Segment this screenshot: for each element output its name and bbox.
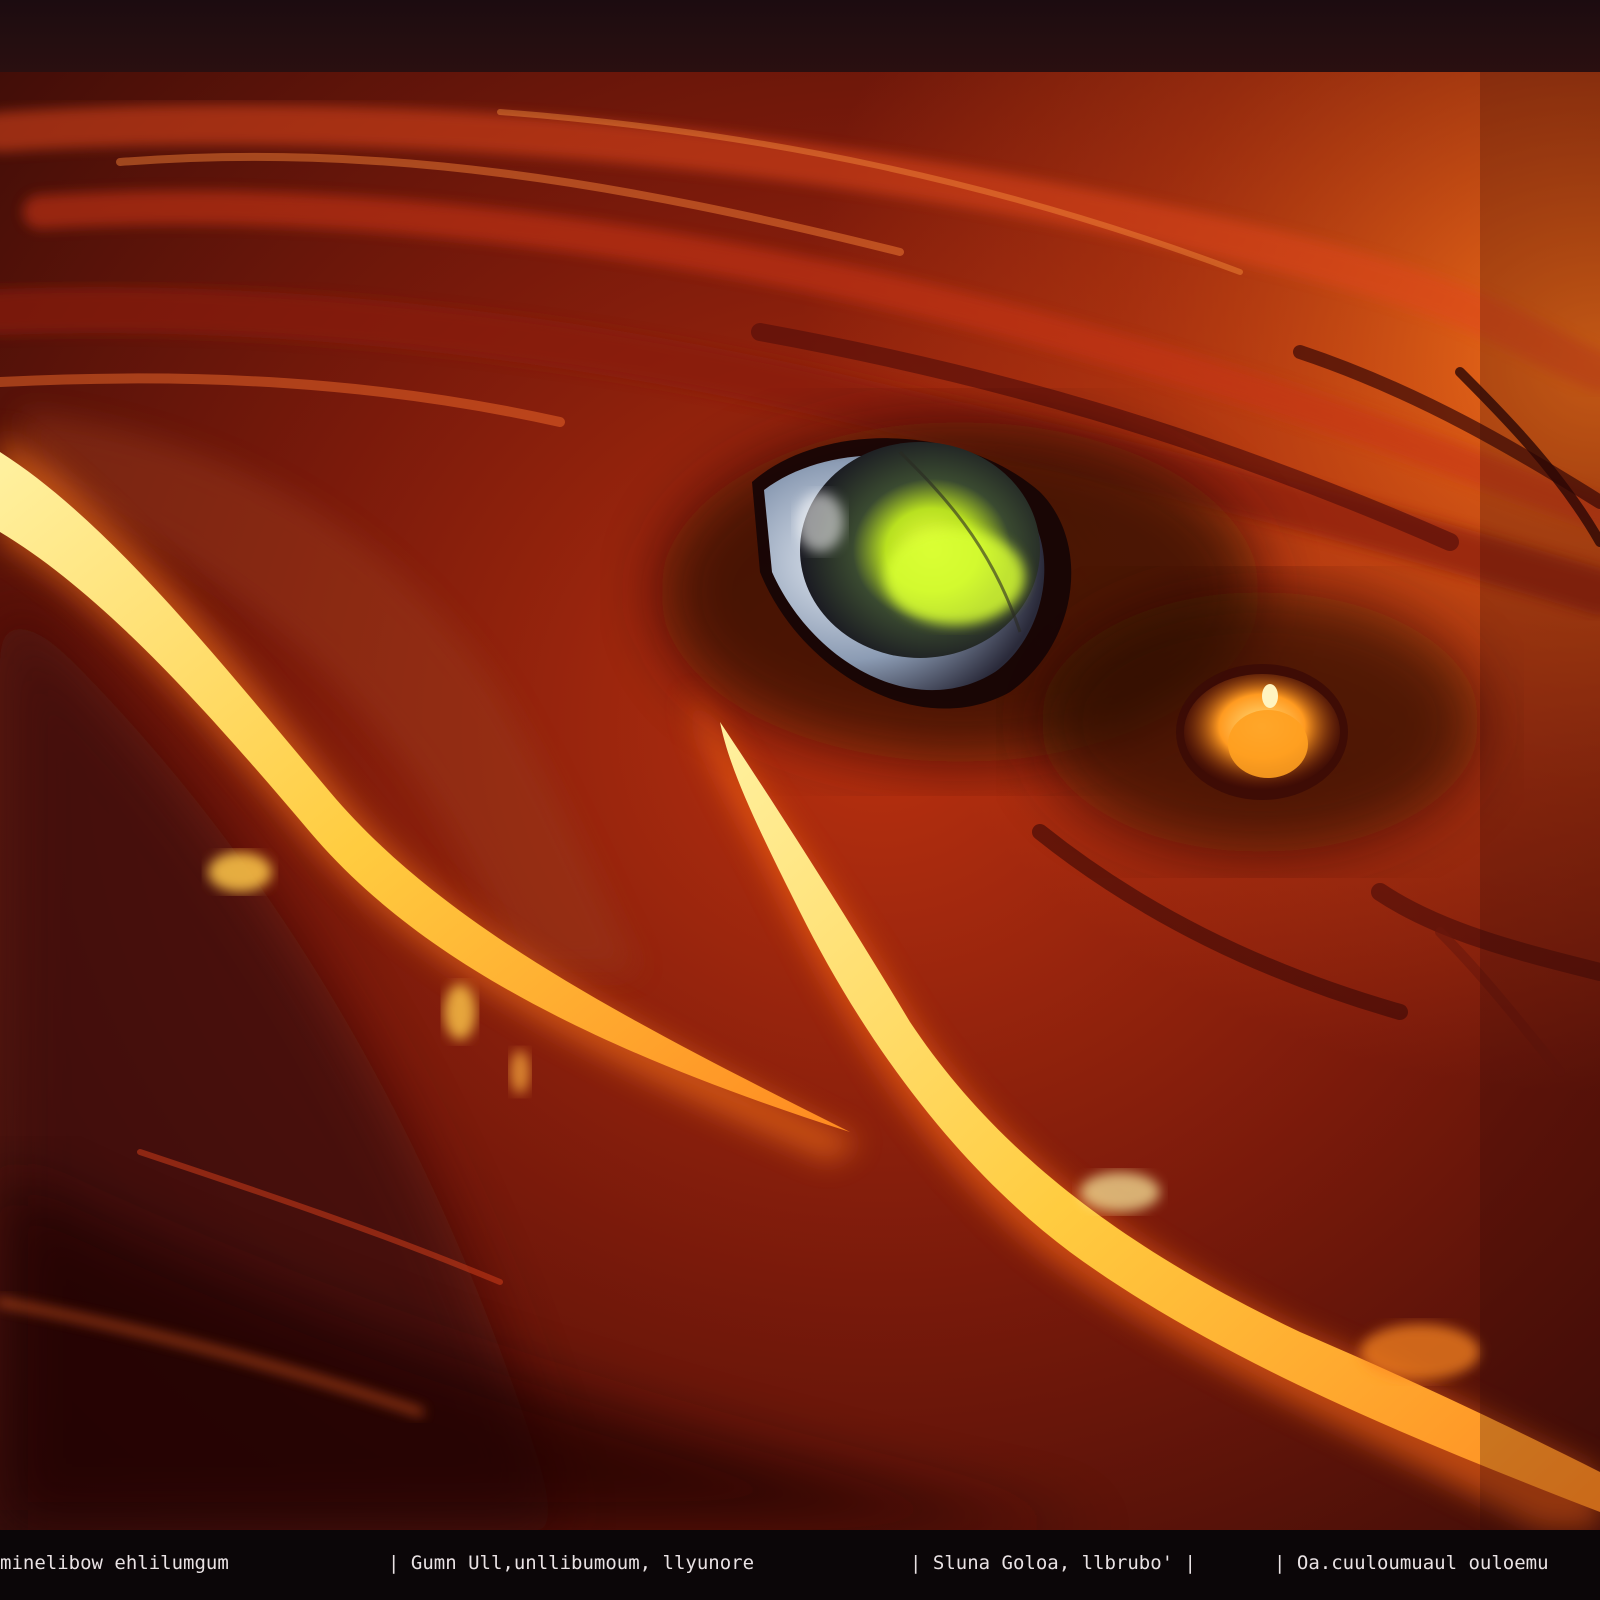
image-frame: minelibow ehlilumgum | Gumn Ull,unllibum…	[0, 0, 1600, 1600]
caption-segment-4: | Oa.cuuloumuaul ouloemu	[1274, 1552, 1549, 1574]
caption-strip: minelibow ehlilumgum | Gumn Ull,unllibum…	[0, 1530, 1600, 1600]
right-vignette	[1480, 72, 1600, 1530]
caption-segment-3: | Sluna Goloa, llbrubo' |	[910, 1552, 1196, 1574]
fire-eye-illustration	[0, 72, 1600, 1530]
caption-segment-2: | Gumn Ull,unllibumoum, llyunore	[388, 1552, 755, 1574]
artwork-canvas	[0, 72, 1600, 1530]
small-glowing-eye	[1176, 664, 1348, 800]
top-dark-band	[0, 0, 1600, 72]
caption-segment-1: minelibow ehlilumgum	[0, 1552, 229, 1574]
